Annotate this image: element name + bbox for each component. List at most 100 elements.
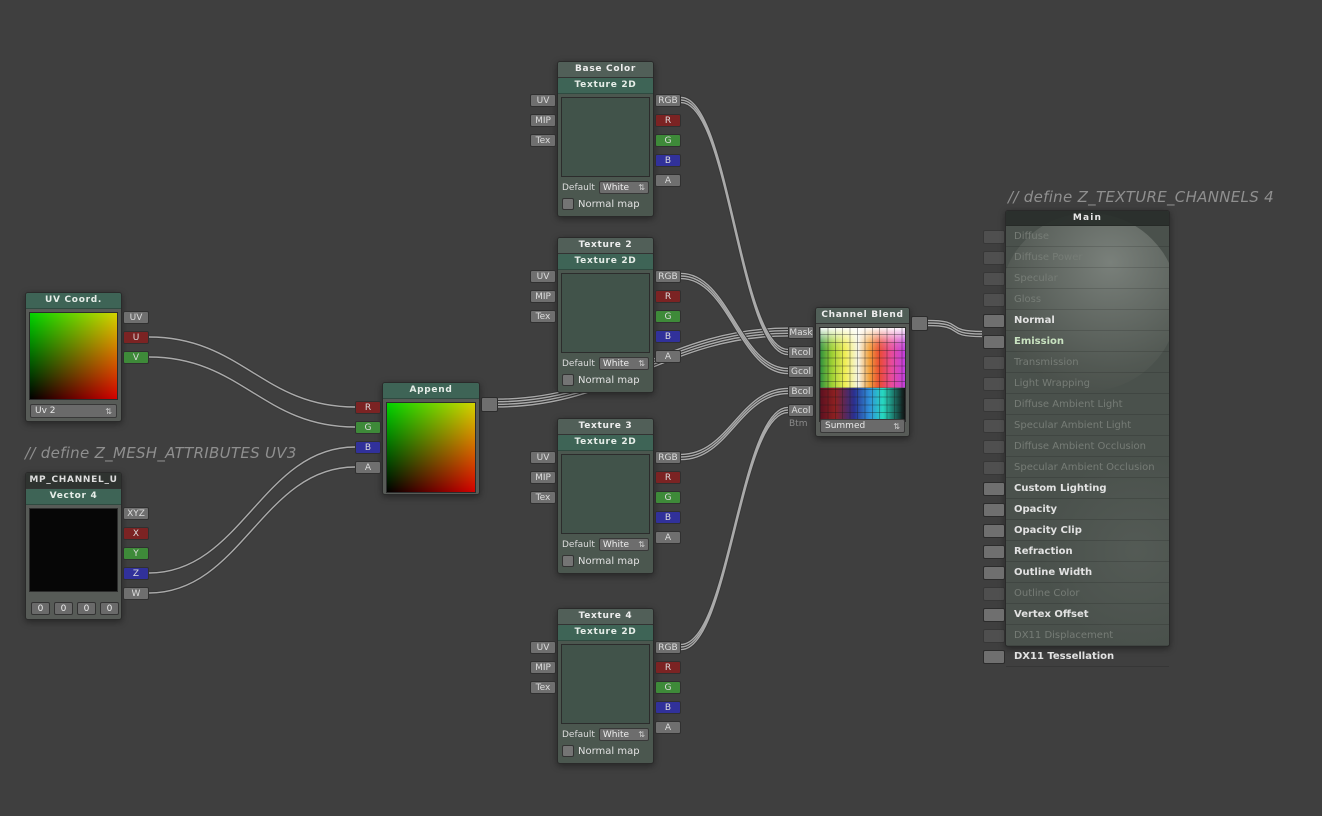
main-input-connector-outline-width[interactable]	[983, 566, 1005, 580]
texture-1-input-port-tex[interactable]: Tex	[530, 134, 556, 147]
uv-channel-dropdown[interactable]: Uv 2 ⇅	[30, 404, 117, 418]
main-input-connector-refraction[interactable]	[983, 545, 1005, 559]
uv-coord-output-port-uv[interactable]: UV	[123, 311, 149, 324]
texture-2-input-port-uv[interactable]: UV	[530, 270, 556, 283]
node-title[interactable]: MP_CHANNEL_U	[26, 473, 121, 489]
texture-1-input-port-mip[interactable]: MIP	[530, 114, 556, 127]
texture-default-dropdown[interactable]: White⇅	[599, 538, 649, 551]
main-input-connector-transmission[interactable]	[983, 356, 1005, 370]
texture-1-output-port-g[interactable]: G	[655, 134, 681, 147]
main-input-connector-gloss[interactable]	[983, 293, 1005, 307]
uv-coord-output-port-u[interactable]: U	[123, 331, 149, 344]
main-input-connector-outline-color[interactable]	[983, 587, 1005, 601]
texture-4-output-port-a[interactable]: A	[655, 721, 681, 734]
texture-1-output-port-rgb[interactable]: RGB	[655, 94, 681, 107]
node-title[interactable]: Texture 4	[558, 609, 653, 625]
texture-2-output-port-r[interactable]: R	[655, 290, 681, 303]
normal-map-checkbox[interactable]	[562, 374, 574, 386]
texture-1-output-port-a[interactable]: A	[655, 174, 681, 187]
node-graph-canvas[interactable]: // define Z_MESH_ATTRIBUTES UV3 // defin…	[0, 0, 1322, 816]
channel-blend-output-connector[interactable]	[911, 316, 928, 331]
node-title[interactable]: UV Coord.	[26, 293, 121, 309]
vector4-value-3[interactable]: 0	[100, 602, 119, 615]
node-title[interactable]: Base Color	[558, 62, 653, 78]
main-input-connector-diffuse-ambient-light[interactable]	[983, 398, 1005, 412]
texture-4-output-port-g[interactable]: G	[655, 681, 681, 694]
node-title[interactable]: Channel Blend	[816, 308, 909, 324]
node-title[interactable]: Main	[1006, 211, 1169, 226]
texture-1-output-port-b[interactable]: B	[655, 154, 681, 167]
vector4-output-port-y[interactable]: Y	[123, 547, 149, 560]
normal-map-checkbox[interactable]	[562, 198, 574, 210]
node-vector4[interactable]: MP_CHANNEL_U Vector 4 0000	[25, 472, 122, 620]
texture-3-input-port-tex[interactable]: Tex	[530, 491, 556, 504]
main-input-connector-dx11-displacement[interactable]	[983, 629, 1005, 643]
channel-blend-input-port-acol[interactable]: Acol	[788, 404, 814, 417]
node-main[interactable]: Main DiffuseDiffuse PowerSpecularGlossNo…	[1005, 210, 1170, 647]
append-input-port-g[interactable]: G	[355, 421, 381, 434]
channel-blend-input-port-gcol[interactable]: Gcol	[788, 365, 814, 378]
channel-blend-input-port-mask[interactable]: Mask	[788, 326, 814, 339]
texture-4-input-port-uv[interactable]: UV	[530, 641, 556, 654]
node-title[interactable]: Texture 3	[558, 419, 653, 435]
node-base-color[interactable]: Base ColorTexture 2DDefaultWhite⇅Normal …	[557, 61, 654, 217]
texture-3-output-port-r[interactable]: R	[655, 471, 681, 484]
texture-2-output-port-a[interactable]: A	[655, 350, 681, 363]
main-input-connector-diffuse-ambient-occlusion[interactable]	[983, 440, 1005, 454]
texture-4-input-port-tex[interactable]: Tex	[530, 681, 556, 694]
vector4-output-port-w[interactable]: W	[123, 587, 149, 600]
append-input-port-b[interactable]: B	[355, 441, 381, 454]
channel-blend-input-port-bcol[interactable]: Bcol	[788, 385, 814, 398]
node-texture-3[interactable]: Texture 3Texture 2DDefaultWhite⇅Normal m…	[557, 418, 654, 574]
main-input-connector-opacity-clip[interactable]	[983, 524, 1005, 538]
texture-default-dropdown[interactable]: White⇅	[599, 728, 649, 741]
vector4-value-0[interactable]: 0	[31, 602, 50, 615]
texture-3-output-port-rgb[interactable]: RGB	[655, 451, 681, 464]
texture-2-input-port-mip[interactable]: MIP	[530, 290, 556, 303]
main-input-connector-emission[interactable]	[983, 335, 1005, 349]
vector4-output-port-xyz[interactable]: XYZ	[123, 507, 149, 520]
main-input-connector-specular-ambient-occlusion[interactable]	[983, 461, 1005, 475]
main-input-connector-specular[interactable]	[983, 272, 1005, 286]
texture-3-input-port-uv[interactable]: UV	[530, 451, 556, 464]
texture-default-dropdown[interactable]: White⇅	[599, 357, 649, 370]
vector4-output-port-z[interactable]: Z	[123, 567, 149, 580]
texture-default-dropdown[interactable]: White⇅	[599, 181, 649, 194]
texture-2-output-port-g[interactable]: G	[655, 310, 681, 323]
texture-4-output-port-rgb[interactable]: RGB	[655, 641, 681, 654]
node-title[interactable]: Texture 2	[558, 238, 653, 254]
vector4-value-2[interactable]: 0	[77, 602, 96, 615]
append-input-port-a[interactable]: A	[355, 461, 381, 474]
normal-map-checkbox[interactable]	[562, 555, 574, 567]
texture-2-input-port-tex[interactable]: Tex	[530, 310, 556, 323]
main-input-connector-vertex-offset[interactable]	[983, 608, 1005, 622]
main-input-connector-diffuse[interactable]	[983, 230, 1005, 244]
main-input-connector-opacity[interactable]	[983, 503, 1005, 517]
texture-3-output-port-b[interactable]: B	[655, 511, 681, 524]
node-append[interactable]: Append	[382, 382, 480, 495]
texture-4-output-port-b[interactable]: B	[655, 701, 681, 714]
main-input-connector-specular-ambient-light[interactable]	[983, 419, 1005, 433]
main-input-connector-light-wrapping[interactable]	[983, 377, 1005, 391]
main-input-connector-dx11-tessellation[interactable]	[983, 650, 1005, 664]
node-channel-blend[interactable]: Channel Blend Summed ⇅	[815, 307, 910, 437]
vector4-value-1[interactable]: 0	[54, 602, 73, 615]
blend-mode-dropdown[interactable]: Summed ⇅	[820, 419, 905, 433]
node-texture-2[interactable]: Texture 2Texture 2DDefaultWhite⇅Normal m…	[557, 237, 654, 393]
texture-4-output-port-r[interactable]: R	[655, 661, 681, 674]
texture-1-input-port-uv[interactable]: UV	[530, 94, 556, 107]
vector4-output-port-x[interactable]: X	[123, 527, 149, 540]
append-input-port-r[interactable]: R	[355, 401, 381, 414]
main-input-connector-diffuse-power[interactable]	[983, 251, 1005, 265]
uv-coord-output-port-v[interactable]: V	[123, 351, 149, 364]
append-output-connector[interactable]	[481, 397, 498, 412]
normal-map-checkbox[interactable]	[562, 745, 574, 757]
channel-blend-input-port-rcol[interactable]: Rcol	[788, 346, 814, 359]
texture-2-output-port-rgb[interactable]: RGB	[655, 270, 681, 283]
texture-4-input-port-mip[interactable]: MIP	[530, 661, 556, 674]
texture-2-output-port-b[interactable]: B	[655, 330, 681, 343]
node-title[interactable]: Append	[383, 383, 479, 399]
main-input-connector-normal[interactable]	[983, 314, 1005, 328]
texture-3-output-port-a[interactable]: A	[655, 531, 681, 544]
node-texture-4[interactable]: Texture 4Texture 2DDefaultWhite⇅Normal m…	[557, 608, 654, 764]
